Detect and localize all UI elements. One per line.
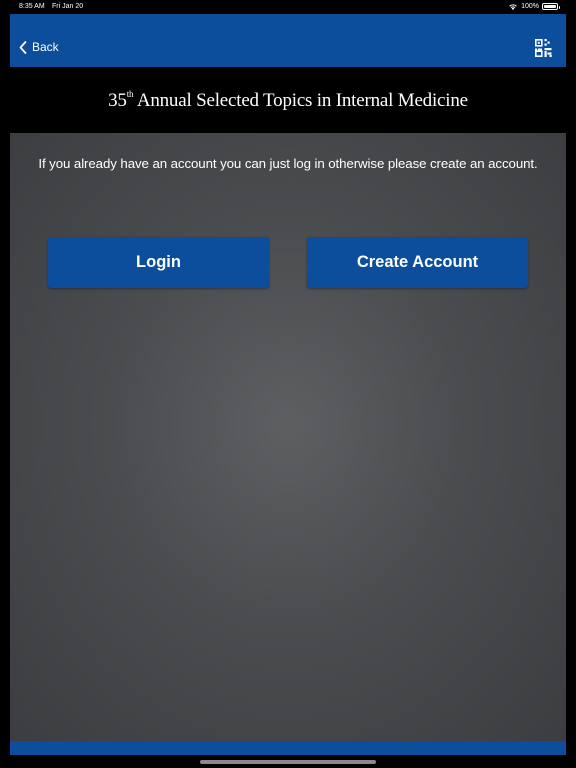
battery-icon — [542, 3, 560, 10]
chevron-left-icon — [19, 40, 27, 54]
back-label: Back — [32, 40, 59, 54]
status-date: Fri Jan 20 — [52, 3, 84, 10]
status-bar: 8:35 AM Fri Jan 20 100% — [0, 0, 576, 14]
wifi-icon — [509, 4, 517, 10]
back-button[interactable]: Back — [19, 40, 59, 54]
status-indicators: 100% — [508, 3, 560, 10]
login-button[interactable]: Login — [48, 237, 269, 288]
home-indicator[interactable] — [200, 760, 376, 764]
app-screen: 8:35 AM Fri Jan 20 100% Back 35th Annual… — [0, 0, 576, 768]
battery-percent: 100% — [521, 3, 539, 10]
header-bar: 35th Annual Selected Topics in Internal … — [10, 67, 566, 133]
bottom-bar — [10, 741, 566, 755]
instruction-text: If you already have an account you can j… — [38, 156, 538, 171]
navigation-bar: Back — [10, 14, 566, 67]
create-account-button[interactable]: Create Account — [307, 237, 528, 288]
page-title: 35th Annual Selected Topics in Internal … — [108, 89, 468, 112]
qr-code-icon[interactable] — [535, 39, 552, 57]
status-time: 8:35 AM — [19, 3, 45, 10]
main-content: If you already have an account you can j… — [10, 133, 566, 741]
